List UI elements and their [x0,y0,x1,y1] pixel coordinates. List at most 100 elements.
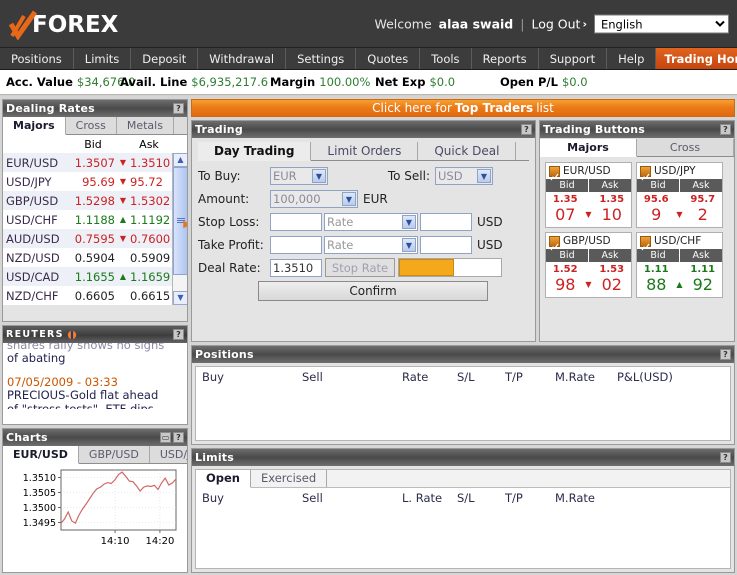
ask-price[interactable]: 1.1659 [129,270,177,284]
tab-dealing-rates-majors[interactable]: Majors [3,117,66,135]
help-icon[interactable]: ? [173,432,184,443]
scroll-down-icon[interactable]: ▼ [173,291,187,305]
take-profit-input[interactable] [270,235,322,254]
tab-limits-exercised[interactable]: Exercised [251,470,328,487]
help-icon[interactable]: ? [720,124,731,135]
scroll-up-icon[interactable]: ▲ [173,153,187,167]
nav-item-positions[interactable]: Positions [0,48,74,69]
chevron-down-icon[interactable]: ▼ [477,168,491,183]
dealing-rate-row[interactable]: USD/CHF 1.1188 ▲ 1.1192 [3,210,187,229]
to-sell-select[interactable]: USD ▼ [435,166,493,185]
dealing-rate-row[interactable]: USD/CAD 1.1655 ▲ 1.1659 [3,267,187,286]
deal-rate-input[interactable] [270,258,322,277]
ask-price[interactable]: 0.6615 [129,289,177,303]
chart-icon[interactable] [640,235,651,250]
bid-side[interactable]: 95.6 9 [639,194,674,224]
top-traders-banner[interactable]: Click here for Top Traders list [191,99,735,117]
card-quote[interactable]: 1.35 07 ▼ 1.35 10 [546,192,631,227]
bid-price[interactable]: 0.7595 [65,232,117,246]
chart-icon[interactable] [549,165,560,180]
chevron-down-icon[interactable]: ▼ [312,168,326,183]
take-profit-amount-input[interactable] [420,235,472,254]
bid-side[interactable]: 1.11 88 [639,264,674,294]
expand-arrow-icon[interactable]: ▶ [183,219,187,230]
nav-item-trading-home[interactable]: Trading Home [656,48,737,69]
nav-item-tools[interactable]: Tools [420,48,472,69]
bid-side[interactable]: 1.52 98 [548,264,583,294]
logout-link[interactable]: Log Out › [531,17,587,32]
ask-price[interactable]: 1.3510 [129,156,177,170]
take-profit-mode-select[interactable]: Rate ▼ [324,235,418,254]
bid-price[interactable]: 1.5298 [65,194,117,208]
chart-icon[interactable] [549,235,560,250]
dealing-rate-row[interactable]: EUR/USD 1.3507 ▼ 1.3510 [3,153,187,172]
dealing-rate-row[interactable]: NZD/CHF 0.6605 0.6615 [3,286,187,305]
ask-side[interactable]: 95.7 2 [686,194,721,224]
tab-trading-buttons-cross[interactable]: Cross [637,139,734,156]
tab-trading-limit-orders[interactable]: Limit Orders [311,142,419,160]
nav-item-deposit[interactable]: Deposit [131,48,199,69]
tab-dealing-rates-metals[interactable]: Metals [117,117,174,134]
to-buy-select[interactable]: EUR ▼ [270,166,328,185]
ask-price[interactable]: 1.1192 [129,213,177,227]
dealing-rate-row[interactable]: USD/JPY 95.69 ▼ 95.72 [3,172,187,191]
stop-rate-button[interactable]: Stop Rate [325,258,395,277]
dealing-rate-row[interactable]: AUD/USD 0.7595 ▼ 0.7600 [3,229,187,248]
help-icon[interactable]: ? [720,452,731,463]
tab-trading-day-trading[interactable]: Day Trading [198,142,312,161]
help-icon[interactable]: ? [173,103,184,114]
restore-icon[interactable]: ▭ [160,432,171,443]
stop-loss-amount-input[interactable] [420,212,472,231]
ask-price[interactable]: 1.5302 [129,194,177,208]
nav-item-settings[interactable]: Settings [286,48,357,69]
dealing-rate-row[interactable]: GBP/USD 1.5298 ▼ 1.5302 [3,191,187,210]
tab-limits-open[interactable]: Open [196,470,251,488]
stop-loss-input[interactable] [270,212,322,231]
trading-button-card[interactable]: USD/CHF Bid Ask 1.11 88 ▲ 1.11 92 [636,232,723,298]
tab-chart-gbp-usd[interactable]: GBP/USD [79,446,150,463]
ask-side[interactable]: 1.53 02 [595,264,630,294]
dealing-rate-row[interactable]: NZD/USD 0.5904 0.5909 [3,248,187,267]
chevron-down-icon[interactable]: ▼ [402,237,416,252]
ask-side[interactable]: 1.11 92 [686,264,721,294]
brand-logo[interactable]: FOREX [8,10,118,40]
chevron-down-icon[interactable]: ▼ [342,191,356,206]
language-select[interactable]: English [594,14,729,34]
ask-side[interactable]: 1.35 10 [595,194,630,224]
card-quote[interactable]: 1.52 98 ▼ 1.53 02 [546,262,631,297]
bid-side[interactable]: 1.35 07 [548,194,583,224]
bid-price[interactable]: 1.3507 [65,156,117,170]
help-icon[interactable]: ? [720,349,731,360]
nav-item-reports[interactable]: Reports [472,48,539,69]
stop-loss-mode-select[interactable]: Rate ▼ [324,212,418,231]
confirm-button[interactable]: Confirm [258,281,488,301]
chevron-down-icon[interactable]: ▼ [402,214,416,229]
tab-chart-usd-jpy[interactable]: USD/JPY [150,446,187,463]
bid-price[interactable]: 95.69 [65,175,117,189]
tab-dealing-rates-cross[interactable]: Cross [66,117,117,134]
bid-price[interactable]: 1.1655 [65,270,117,284]
ask-price[interactable]: 0.5909 [129,251,177,265]
chart-icon[interactable] [640,165,651,180]
card-quote[interactable]: 1.11 88 ▲ 1.11 92 [637,262,722,297]
nav-item-quotes[interactable]: Quotes [356,48,421,69]
ask-price[interactable]: 0.7600 [129,232,177,246]
amount-select[interactable]: 100,000 ▼ [270,189,358,208]
tab-trading-buttons-majors[interactable]: Majors [540,139,637,157]
nav-item-limits[interactable]: Limits [74,48,132,69]
help-icon[interactable]: ? [173,329,184,340]
nav-item-withdrawal[interactable]: Withdrawal [198,48,287,69]
bid-price[interactable]: 0.6605 [65,289,117,303]
card-quote[interactable]: 95.6 9 ▼ 95.7 2 [637,192,722,227]
trading-button-card[interactable]: GBP/USD Bid Ask 1.52 98 ▼ 1.53 02 [545,232,632,298]
ask-price[interactable]: 95.72 [129,175,177,189]
bid-price[interactable]: 1.1188 [65,213,117,227]
news-headline[interactable]: PRECIOUS-Gold flat ahead [7,389,183,402]
nav-item-help[interactable]: Help [607,48,657,69]
tab-chart-eur-usd[interactable]: EUR/USD [3,446,79,464]
trading-button-card[interactable]: USD/JPY Bid Ask 95.6 9 ▼ 95.7 2 [636,162,723,228]
help-icon[interactable]: ? [521,124,532,135]
nav-item-support[interactable]: Support [539,48,608,69]
news-list[interactable]: shares rally shows no signs of abating 0… [3,343,187,424]
bid-price[interactable]: 0.5904 [65,251,117,265]
